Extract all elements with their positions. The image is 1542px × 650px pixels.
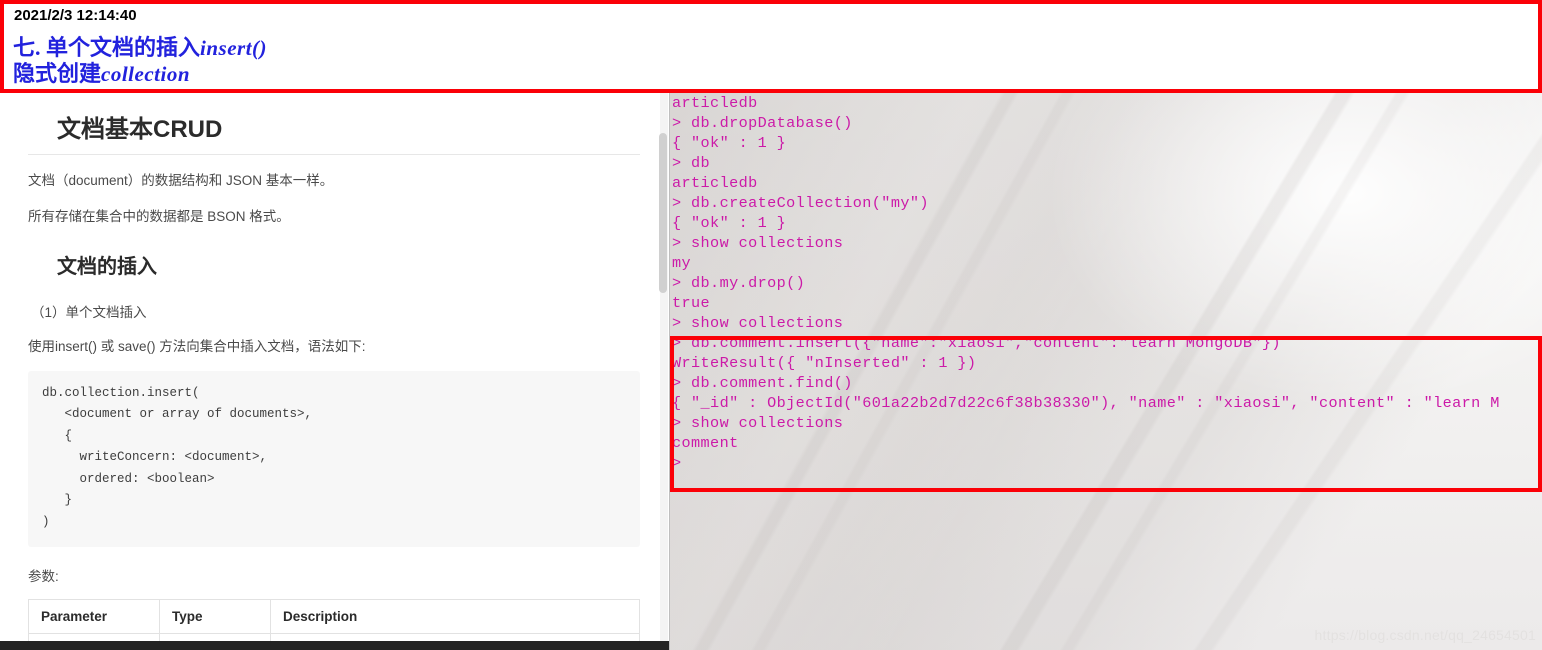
terminal-line: my: [672, 254, 692, 272]
mongo-shell-terminal[interactable]: articledb > db.dropDatabase() { "ok" : 1 }…: [670, 93, 1542, 650]
terminal-line: articledb: [672, 94, 758, 112]
terminal-line: > show collections: [672, 234, 844, 252]
terminal-output: articledb > db.dropDatabase() { "ok" : 1 }…: [672, 93, 1500, 473]
handwritten-note-line-2-cn: 隐式创建: [13, 61, 102, 86]
handwritten-note-line-2: 隐式创建collection: [13, 56, 190, 88]
terminal-line: comment: [672, 434, 739, 452]
terminal-line: articledb: [672, 174, 758, 192]
doc-paragraph-3: （1）单个文档插入: [31, 304, 147, 320]
terminal-line: > db.comment.find(): [672, 374, 853, 392]
document-scrollbar-thumb[interactable]: [659, 133, 667, 293]
screenshot-root: 2021/2/3 12:14:40 七. 单个文档的插入insert() 隐式创…: [0, 0, 1542, 650]
terminal-line: true: [672, 294, 711, 312]
doc-paragraph-1: 文档（document）的数据结构和 JSON 基本一样。: [28, 173, 334, 188]
doc-params-label: 参数:: [28, 569, 59, 585]
terminal-line: { "ok" : 1 }: [672, 134, 787, 152]
terminal-line: > show collections: [672, 414, 844, 432]
doc-code-block: db.collection.insert( <document or array…: [28, 370, 640, 548]
table-col-description: Description: [270, 599, 640, 635]
table-header-row: Parameter Type Description: [28, 599, 640, 635]
header-note-panel: 2021/2/3 12:14:40 七. 单个文档的插入insert() 隐式创…: [0, 0, 1542, 93]
doc-heading-crud: 文档基本CRUD: [57, 116, 223, 143]
csdn-watermark: https://blog.csdn.net/qq_24654501: [1314, 627, 1536, 643]
document-scrollbar-track[interactable]: [659, 93, 668, 650]
handwritten-note-line-2-latin: collection: [101, 62, 190, 86]
table-col-parameter: Parameter: [28, 599, 160, 635]
terminal-line: { "_id" : ObjectId("601a22b2d7d22c6f38b3…: [672, 394, 1500, 412]
terminal-line: >: [672, 454, 682, 472]
doc-heading-insert: 文档的插入: [57, 255, 157, 278]
doc-paragraph-4: 使用insert() 或 save() 方法向集合中插入文档，语法如下:: [28, 338, 366, 354]
document-panel[interactable]: 文档基本CRUD 文档（document）的数据结构和 JSON 基本一样。 所…: [0, 93, 670, 650]
terminal-line: > db.createCollection("my"): [672, 194, 929, 212]
terminal-line: > show collections: [672, 314, 844, 332]
terminal-line: { "ok" : 1 }: [672, 214, 787, 232]
terminal-line: WriteResult({ "nInserted" : 1 }): [672, 354, 977, 372]
terminal-line: > db.dropDatabase(): [672, 114, 853, 132]
table-col-type: Type: [159, 599, 271, 635]
document-content: 文档基本CRUD 文档（document）的数据结构和 JSON 基本一样。 所…: [0, 93, 668, 650]
terminal-line: > db.comment.insert({"name":"xiaosi","co…: [672, 334, 1281, 352]
terminal-line: > db.my.drop(): [672, 274, 806, 292]
handwritten-note-line-1-latin: insert(): [200, 36, 268, 60]
header-timestamp: 2021/2/3 12:14:40: [14, 7, 137, 24]
doc-paragraph-2: 所有存储在集合中的数据都是 BSON 格式。: [28, 209, 290, 225]
doc-table-head: Parameter Type Description: [28, 599, 640, 635]
terminal-line: > db: [672, 154, 711, 172]
document-bottom-bar: [0, 641, 669, 650]
